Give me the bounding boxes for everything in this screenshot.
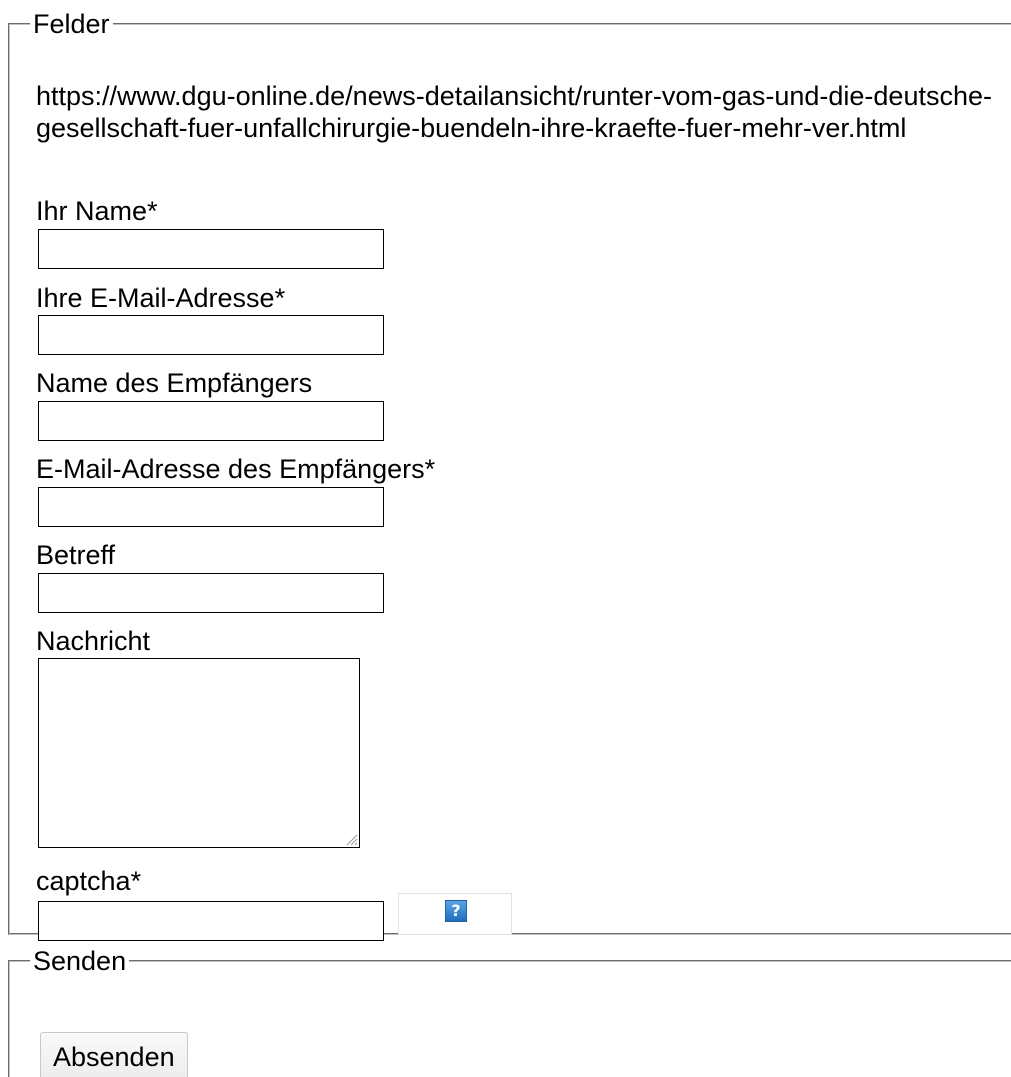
captcha-image: ?: [398, 893, 512, 935]
subject-input[interactable]: [38, 573, 384, 613]
sender-email-input[interactable]: [38, 315, 384, 355]
page-url-text: https://www.dgu-online.de/news-detailans…: [36, 81, 992, 143]
recipient-email-label: E-Mail-Adresse des Empfängers*: [36, 454, 436, 484]
send-legend: Senden: [33, 946, 127, 976]
fields-legend: Felder: [33, 9, 110, 39]
send-fieldset: Senden Absenden: [8, 947, 1011, 1077]
recipient-email-input[interactable]: [38, 487, 384, 527]
sender-name-label: Ihr Name*: [36, 196, 158, 226]
fields-fieldset: Felder https://www.dgu-online.de/news-de…: [8, 9, 1011, 941]
captcha-input[interactable]: [38, 901, 384, 941]
resize-grip-icon[interactable]: [344, 832, 358, 846]
submit-button[interactable]: Absenden: [40, 1032, 188, 1077]
captcha-label: captcha*: [36, 866, 142, 896]
recipient-name-input[interactable]: [38, 401, 384, 441]
message-textarea[interactable]: [38, 658, 360, 848]
sender-email-label: Ihre E-Mail-Adresse*: [36, 283, 286, 313]
help-icon[interactable]: ?: [445, 900, 467, 922]
subject-label: Betreff: [36, 540, 116, 570]
recipient-name-label: Name des Empfängers: [36, 368, 313, 398]
message-label: Nachricht: [36, 626, 151, 656]
mail-form: Felder https://www.dgu-online.de/news-de…: [0, 0, 1011, 1077]
sender-name-input[interactable]: [38, 229, 384, 269]
